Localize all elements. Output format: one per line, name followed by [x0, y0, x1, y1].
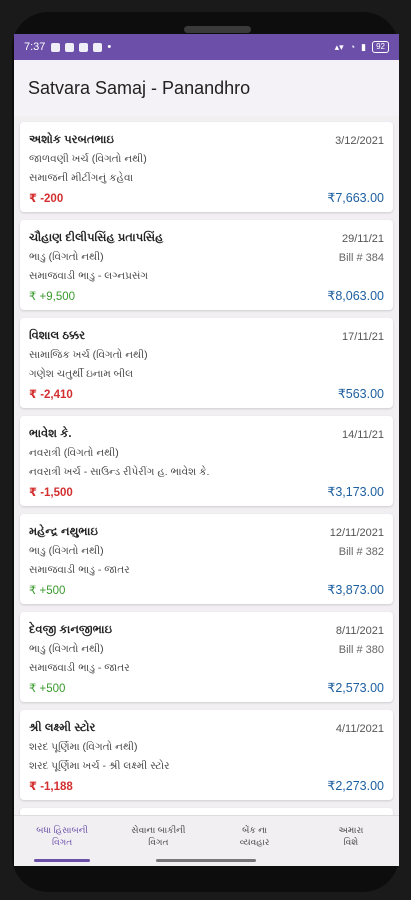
- nav-label-line1: બધા હિસાબની: [36, 825, 89, 835]
- payee-name: વિશાલ ઠક્કર: [29, 330, 86, 342]
- transaction-amount: ₹ -2,410: [29, 388, 73, 401]
- transaction-card[interactable]: ચૌહાણ દીલીપસિંહ પ્રતાપસિંહ 29/11/21 ભાડુ…: [20, 220, 393, 310]
- transaction-amount: ₹ -1,188: [29, 780, 73, 793]
- description-line: સમાજવાડી ભાડુ - જાતર: [29, 662, 130, 674]
- running-balance: ₹563.00: [337, 387, 384, 401]
- status-time: 7:37: [24, 41, 46, 53]
- payee-name: મહેન્દ્ર નથુભાઇ: [29, 526, 98, 538]
- description-line: શરદ પૂર્ણિમા ખર્ચ - શ્રી લક્ષ્મી સ્ટોર: [29, 760, 170, 772]
- nav-tab-4[interactable]: અમારા વિશે: [303, 816, 399, 866]
- nav-label-line2: વિગત: [52, 837, 73, 847]
- running-balance: ₹3,173.00: [327, 485, 384, 499]
- battery-icon: 92: [372, 41, 389, 53]
- transaction-amount: ₹ +500: [29, 584, 66, 597]
- whatsapp-icon: [51, 42, 61, 52]
- description-line: સમાજવાડી ભાડુ - જાતર: [29, 564, 130, 576]
- running-balance: ₹7,663.00: [327, 191, 384, 205]
- app-screen: 7:37 • ▴▾ ◔ ▮ 92 Satvara Samaj - Panandh…: [14, 34, 399, 866]
- category-line: સામાજિક ખર્ચ (વિગતો નથી): [29, 349, 148, 361]
- transaction-card[interactable]: મહેન્દ્ર નથુભાઇ 12/11/2021 ભાડુ (વિગતો ન…: [20, 514, 393, 604]
- nav-label-line1: બેંક ના: [242, 825, 268, 835]
- status-bar: 7:37 • ▴▾ ◔ ▮ 92: [14, 34, 399, 60]
- nav-label-line2: વ્યવહાર: [239, 837, 270, 847]
- category-line: શરદ પૂર્ણિમા (વિગતો નથી): [29, 741, 138, 753]
- transaction-date: 8/11/2021: [335, 624, 384, 637]
- app-title: Satvara Samaj - Panandhro: [28, 77, 251, 98]
- transaction-date: 12/11/2021: [329, 526, 384, 539]
- more-dot-icon: •: [107, 41, 112, 53]
- message-icon: [65, 42, 75, 52]
- transaction-amount: ₹ -200: [29, 192, 64, 205]
- app-icon: [79, 42, 89, 52]
- payee-name: દેવજી કાનજીભાઇ: [29, 624, 112, 636]
- transaction-amount: ₹ +9,500: [29, 290, 76, 303]
- bill-number: Bill # 380: [338, 643, 384, 656]
- transaction-date: 3/12/2021: [335, 134, 384, 147]
- transaction-date: 14/11/21: [341, 428, 384, 441]
- wifi-icon: ◔: [349, 42, 356, 52]
- description-line: નવરાત્રી ખર્ચ - સાઉન્ડ રીપેરીંગ હ. ભાવેશ…: [29, 466, 210, 478]
- description-line: સમાજની મીટીંગનું કહેવા: [29, 172, 134, 184]
- running-balance: ₹8,063.00: [327, 289, 384, 303]
- payee-name: શ્રી લક્ષ્મી સ્ટોર: [29, 722, 96, 734]
- bill-number: Bill # 382: [338, 545, 384, 558]
- nav-label-line1: સેવાના બાકીની: [131, 825, 186, 835]
- payee-name: ચૌહાણ દીલીપસિંહ પ્રતાપસિંહ: [29, 232, 164, 244]
- bill-number: Bill # 384: [338, 251, 384, 264]
- running-balance: ₹2,273.00: [327, 779, 384, 793]
- payee-name: ભાવેશ કે.: [29, 428, 72, 440]
- transaction-amount: ₹ -1,500: [29, 486, 73, 499]
- transaction-date: 17/11/21: [341, 330, 384, 343]
- category-line: જાળવણી ખર્ચ (વિગતો નથી): [29, 153, 147, 165]
- nav-label-line2: વિગત: [148, 837, 169, 847]
- transaction-card[interactable]: વિશાલ ઠક્કર 17/11/21 સામાજિક ખર્ચ (વિગતો…: [20, 318, 393, 408]
- data-speed-icon: ▴▾: [334, 41, 344, 52]
- notification-icons: •: [51, 41, 111, 53]
- transaction-card[interactable]: શ્રી લક્ષ્મી સ્ટોર 4/11/2021 શરદ પૂર્ણિમ…: [20, 710, 393, 800]
- running-balance: ₹3,873.00: [327, 583, 384, 597]
- category-line: ભાડુ (વિગતો નથી): [29, 251, 104, 263]
- description-line: ગણેશ ચતુર્થી ઇનામ બીલ: [29, 368, 134, 380]
- category-line: નવરાત્રી (વિગતો નથી): [29, 447, 119, 459]
- category-line: ભાડુ (વિગતો નથી): [29, 545, 104, 557]
- nav-label-line2: વિશે: [343, 837, 359, 847]
- gallery-icon: [93, 42, 103, 52]
- transaction-list[interactable]: અશોક પરબતભાઇ 3/12/2021 જાળવણી ખર્ચ (વિગત…: [14, 116, 399, 866]
- transaction-date: 29/11/21: [341, 232, 384, 245]
- system-icons: ▴▾ ◔ ▮ 92: [335, 41, 389, 53]
- transaction-date: 4/11/2021: [335, 722, 384, 735]
- transaction-card[interactable]: દેવજી કાનજીભાઇ 8/11/2021 ભાડુ (વિગતો નથી…: [20, 612, 393, 702]
- transaction-card[interactable]: ભાવેશ કે. 14/11/21 નવરાત્રી (વિગતો નથી) …: [20, 416, 393, 506]
- signal-icon: ▮: [361, 41, 367, 52]
- description-line: સમાજવાડી ભાડુ - લગ્નપ્રસંગ: [29, 270, 149, 282]
- payee-name: અશોક પરબતભાઇ: [29, 134, 114, 146]
- app-bar: Satvara Samaj - Panandhro: [14, 60, 399, 116]
- transaction-amount: ₹ +500: [29, 682, 66, 695]
- running-balance: ₹2,573.00: [327, 681, 384, 695]
- speaker-grille: [184, 26, 251, 33]
- nav-tab-1[interactable]: બધા હિસાબની વિગત: [14, 816, 110, 866]
- nav-label-line1: અમારા: [338, 825, 364, 835]
- transaction-card[interactable]: અશોક પરબતભાઇ 3/12/2021 જાળવણી ખર્ચ (વિગત…: [20, 122, 393, 212]
- home-indicator: [156, 859, 256, 862]
- category-line: ભાડુ (વિગતો નથી): [29, 643, 104, 655]
